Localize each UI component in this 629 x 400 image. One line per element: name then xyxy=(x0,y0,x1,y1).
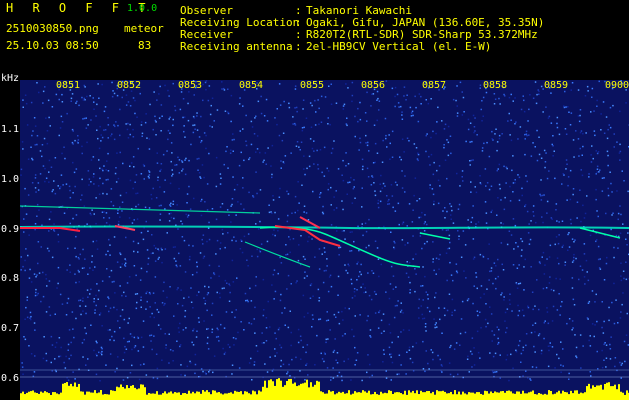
file-name: 2510030850.png xyxy=(6,22,99,35)
meteor-head xyxy=(20,227,81,232)
meteor-trace xyxy=(419,232,451,240)
meteor-trace xyxy=(579,227,621,239)
x-tick-label: 0900 xyxy=(605,80,629,91)
x-tick-label: 0859 xyxy=(544,80,569,91)
x-tick-label: 0852 xyxy=(117,80,142,91)
carrier-trace xyxy=(20,225,629,230)
y-tick-label: 1.1 xyxy=(1,124,20,135)
meteor-head xyxy=(299,216,321,229)
noise-layer xyxy=(20,80,629,382)
datetime: 25.10.03 08:50 xyxy=(6,39,99,52)
x-tick-label: 0854 xyxy=(239,80,264,91)
amplitude-bars xyxy=(20,378,629,400)
waterfall-plot xyxy=(20,80,629,400)
x-tick-label: 0855 xyxy=(300,80,325,91)
y-tick-label: 0.6 xyxy=(1,373,20,384)
x-tick-label: 0853 xyxy=(178,80,203,91)
meteor-count: 83 xyxy=(138,39,152,52)
info-antenna-label: Receiving antenna xyxy=(180,40,293,53)
info-antenna-sep: : xyxy=(295,40,302,53)
spectrogram-window: H R O F F T 1.0.0 2510030850.png meteor … xyxy=(0,0,629,400)
x-tick-label: 0857 xyxy=(422,80,447,91)
y-tick-label: 0.7 xyxy=(1,323,20,334)
info-antenna-value: 2el-HB9CV Vertical (el. E-W) xyxy=(306,40,492,53)
y-axis-unit: kHz xyxy=(1,73,20,84)
y-tick-label: 0.9 xyxy=(1,224,20,235)
meteor-trace xyxy=(244,241,311,268)
waterfall-canvas xyxy=(20,80,629,400)
app-version: 1.0.0 xyxy=(127,3,158,14)
x-tick-label: 0856 xyxy=(361,80,386,91)
y-tick-label: 1.0 xyxy=(1,174,20,185)
y-tick-label: 0.8 xyxy=(1,273,20,284)
x-tick-label: 0858 xyxy=(483,80,508,91)
x-tick-label: 0851 xyxy=(56,80,81,91)
type-label: meteor xyxy=(124,22,164,35)
meteor-trace xyxy=(20,205,261,214)
